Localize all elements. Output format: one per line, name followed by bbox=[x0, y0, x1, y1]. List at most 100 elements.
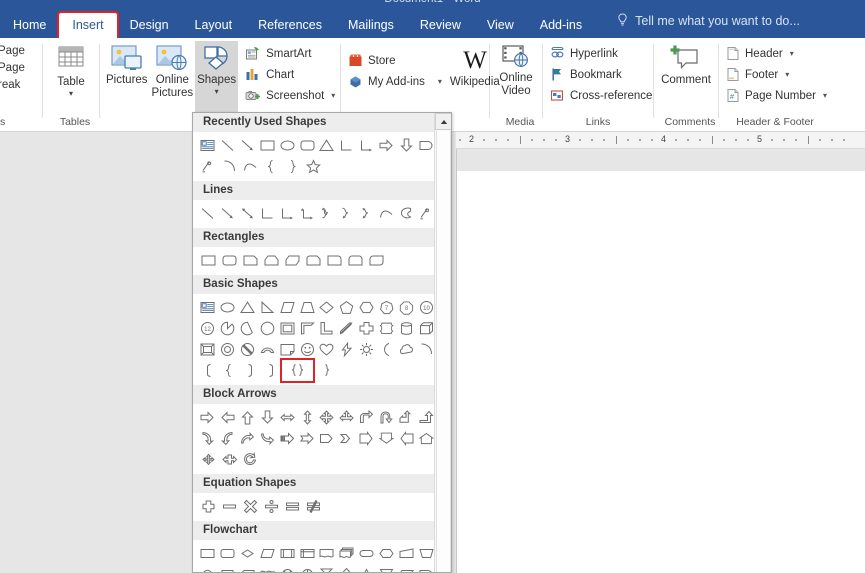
shape-sun[interactable] bbox=[357, 339, 377, 360]
shape-quad-arrow-callout[interactable] bbox=[198, 449, 219, 470]
shapes-gallery-scrollbar[interactable] bbox=[434, 113, 451, 572]
chart-button[interactable]: Chart bbox=[242, 65, 339, 84]
shape-octagon[interactable]: 8 bbox=[396, 297, 416, 318]
shape-curved-right-arrow[interactable] bbox=[198, 428, 218, 449]
shape-no-symbol[interactable] bbox=[238, 339, 258, 360]
shape-diamond[interactable] bbox=[317, 297, 337, 318]
shape-isosceles-triangle[interactable] bbox=[238, 297, 258, 318]
shape-curved-down-arrow[interactable] bbox=[257, 428, 277, 449]
shape-rectangle[interactable] bbox=[257, 135, 277, 156]
shape-dodecagon[interactable]: 12 bbox=[198, 318, 218, 339]
tab-design[interactable]: Design bbox=[117, 13, 182, 38]
shape-flowchart-terminator[interactable] bbox=[357, 543, 377, 564]
document-page[interactable] bbox=[456, 149, 865, 573]
shape-u-turn-arrow[interactable] bbox=[376, 407, 396, 428]
shape-flowchart-alternate-process[interactable] bbox=[218, 543, 238, 564]
shape-flowchart-manual-operation[interactable] bbox=[416, 543, 436, 564]
shape-round-same-side-corner[interactable] bbox=[345, 250, 366, 271]
table-button[interactable]: Table ▾ bbox=[47, 41, 95, 98]
shape-curved-connector[interactable] bbox=[317, 203, 337, 224]
shape-trapezoid[interactable] bbox=[297, 297, 317, 318]
tell-me-search[interactable]: Tell me what you want to do... bbox=[595, 13, 800, 28]
shape-cube[interactable] bbox=[416, 318, 436, 339]
shape-elbow-connector[interactable] bbox=[257, 203, 277, 224]
page-number-button[interactable]: # Page Number ▾ bbox=[723, 86, 831, 105]
shape-left-right-up-arrow[interactable] bbox=[337, 407, 357, 428]
shape-right-arrow[interactable] bbox=[198, 407, 218, 428]
shape-right-brace[interactable] bbox=[282, 156, 303, 177]
shape-chevron[interactable] bbox=[337, 428, 357, 449]
shape-left-brace[interactable] bbox=[261, 156, 282, 177]
shape-freeform-scribble[interactable] bbox=[198, 156, 219, 177]
shape-flowchart-delay[interactable] bbox=[416, 135, 436, 156]
shape-minus[interactable] bbox=[219, 496, 240, 517]
shape-line-arrow[interactable] bbox=[238, 135, 258, 156]
bookmark-button[interactable]: Bookmark bbox=[547, 65, 656, 84]
shape-curved-up-arrow[interactable] bbox=[238, 428, 258, 449]
horizontal-ruler[interactable]: 2 3 4 5 bbox=[456, 132, 865, 149]
shape-flowchart-extract[interactable] bbox=[357, 564, 377, 572]
shape-snip-and-round-corner[interactable] bbox=[303, 250, 324, 271]
shape-down-arrow[interactable] bbox=[257, 407, 277, 428]
shape-right-bracket[interactable] bbox=[240, 360, 261, 381]
shape-flowchart-off-page-connector[interactable] bbox=[218, 564, 238, 572]
comment-button[interactable]: Comment bbox=[658, 41, 714, 87]
shape-five-point-star[interactable] bbox=[303, 156, 324, 177]
shape-circular-arrow[interactable] bbox=[240, 449, 261, 470]
shape-notched-right-arrow[interactable] bbox=[297, 428, 317, 449]
shape-curved-arrow-connector[interactable] bbox=[337, 203, 357, 224]
shape-elbow-double-arrow-connector[interactable] bbox=[297, 203, 317, 224]
shape-striped-right-arrow[interactable] bbox=[277, 428, 297, 449]
scrollbar-track[interactable] bbox=[436, 131, 451, 572]
cross-reference-button[interactable]: Cross-reference bbox=[547, 86, 656, 105]
shape-bent-arrow[interactable] bbox=[357, 407, 377, 428]
tab-view[interactable]: View bbox=[474, 13, 527, 38]
tab-home[interactable]: Home bbox=[0, 13, 59, 38]
shape-up-down-arrow[interactable] bbox=[297, 407, 317, 428]
shape-freeform-shape[interactable] bbox=[396, 203, 416, 224]
shape-plus[interactable] bbox=[198, 496, 219, 517]
shape-snip-single-corner[interactable] bbox=[240, 250, 261, 271]
shape-oval[interactable] bbox=[277, 135, 297, 156]
shape-moon[interactable] bbox=[376, 339, 396, 360]
shape-quad-arrow[interactable] bbox=[317, 407, 337, 428]
chevron-down-icon[interactable]: ▾ bbox=[215, 88, 219, 96]
shape-round-single-corner[interactable] bbox=[324, 250, 345, 271]
shape-arc[interactable] bbox=[219, 156, 240, 177]
online-video-button[interactable]: Online Video bbox=[494, 41, 538, 98]
shape-chord[interactable] bbox=[238, 318, 258, 339]
shape-line[interactable] bbox=[198, 203, 218, 224]
shape-flowchart-manual-input[interactable] bbox=[396, 543, 416, 564]
shape-flowchart-document[interactable] bbox=[317, 543, 337, 564]
shape-rectangle[interactable] bbox=[198, 250, 219, 271]
shape-left-bracket[interactable] bbox=[198, 360, 219, 381]
shape-right-triangle[interactable] bbox=[257, 297, 277, 318]
shape-arc[interactable] bbox=[416, 339, 436, 360]
shape-plaque[interactable] bbox=[376, 318, 396, 339]
shape-hexagon[interactable] bbox=[357, 297, 377, 318]
cover-page-button[interactable]: Page bbox=[0, 43, 27, 59]
shape-smiley-face[interactable] bbox=[297, 339, 317, 360]
tab-references[interactable]: References bbox=[245, 13, 335, 38]
shape-pentagon-arrow[interactable] bbox=[317, 428, 337, 449]
shape-folded-corner[interactable] bbox=[277, 339, 297, 360]
shape-double-brace-selected[interactable] bbox=[280, 358, 315, 383]
screenshot-button[interactable]: Screenshot ▾ bbox=[242, 86, 339, 105]
shape-curved-double-arrow-connector[interactable] bbox=[357, 203, 377, 224]
blank-page-button[interactable]: Page bbox=[0, 60, 27, 76]
shape-left-brace[interactable] bbox=[219, 360, 240, 381]
shape-up-arrow-callout[interactable] bbox=[416, 428, 436, 449]
shape-right-arrow[interactable] bbox=[376, 135, 396, 156]
shape-flowchart-predefined-process[interactable] bbox=[277, 543, 297, 564]
shape-flowchart-data[interactable] bbox=[257, 543, 277, 564]
shape-multiply[interactable] bbox=[240, 496, 261, 517]
shape-line-arrow[interactable] bbox=[218, 203, 238, 224]
shape-half-frame[interactable] bbox=[297, 318, 317, 339]
chevron-down-icon[interactable]: ▾ bbox=[790, 49, 794, 58]
shape-curve[interactable] bbox=[376, 203, 396, 224]
shape-decagon[interactable]: 10 bbox=[416, 297, 436, 318]
shape-flowchart-punched-tape[interactable] bbox=[257, 564, 277, 572]
shape-diagonal-stripe[interactable] bbox=[337, 318, 357, 339]
store-button[interactable]: Store bbox=[345, 51, 446, 70]
shape-cloud[interactable] bbox=[396, 339, 416, 360]
